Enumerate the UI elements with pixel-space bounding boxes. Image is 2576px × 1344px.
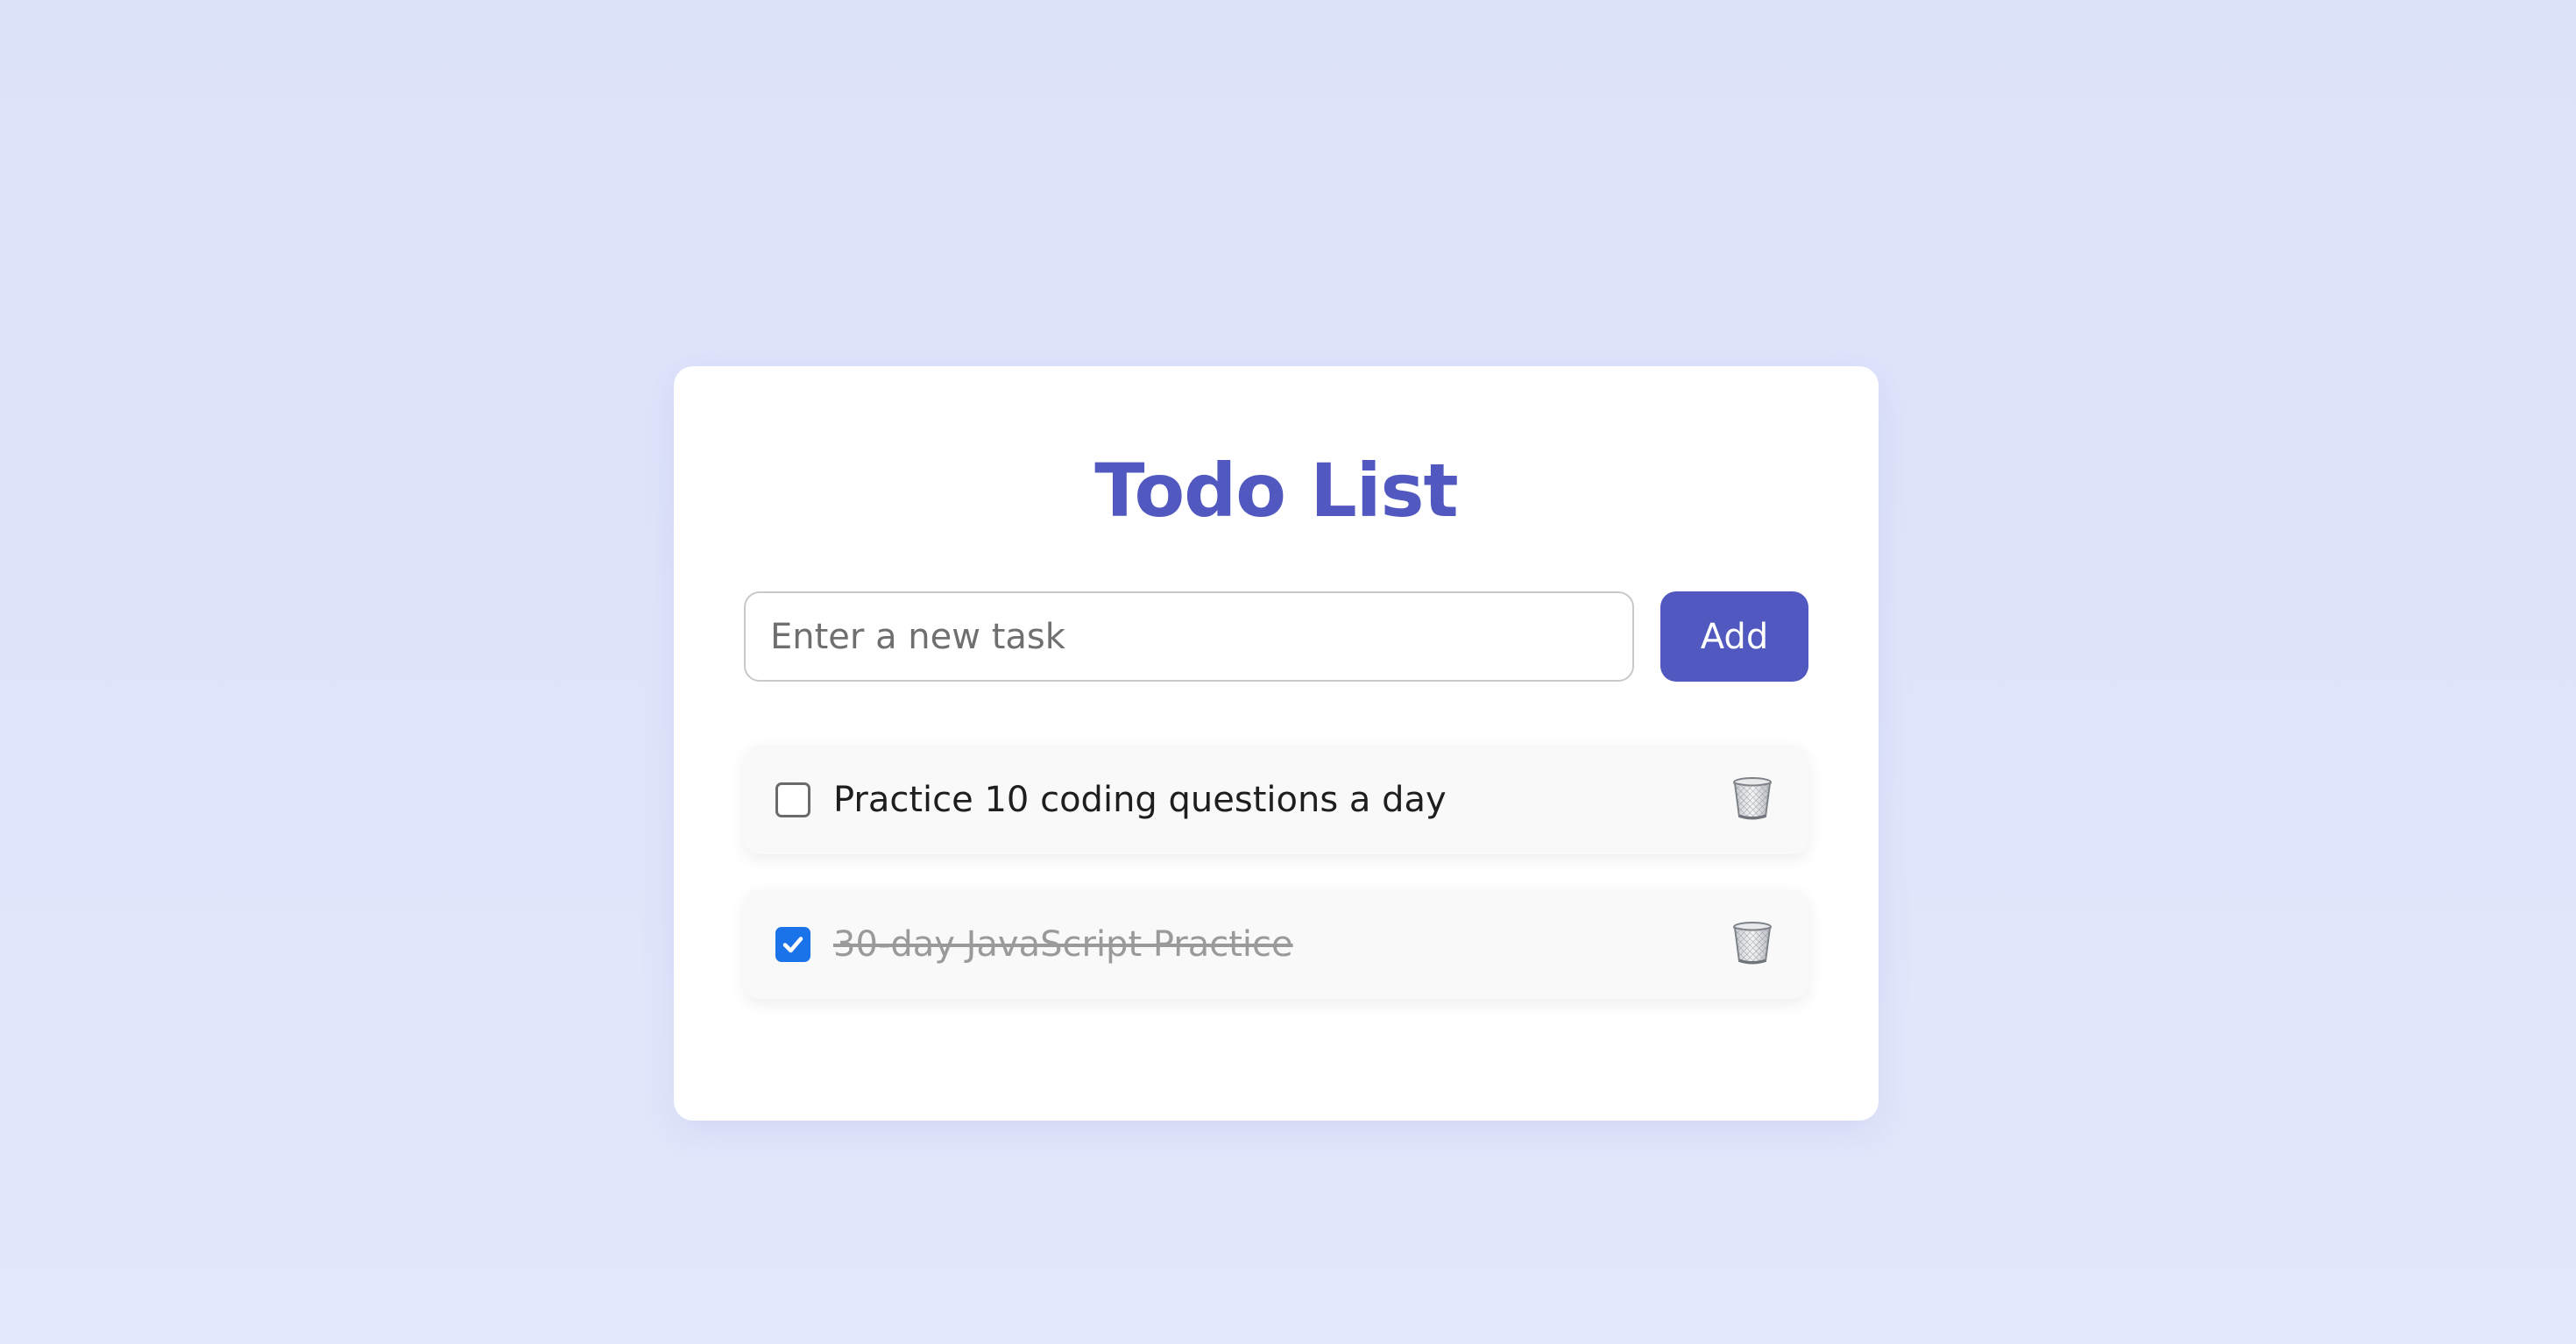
trash-icon (1731, 775, 1773, 824)
todo-text: Practice 10 coding questions a day (833, 779, 1447, 820)
add-button[interactable]: Add (1660, 591, 1808, 682)
trash-icon (1731, 920, 1773, 968)
todo-checkbox[interactable] (775, 782, 810, 817)
delete-button[interactable] (1728, 920, 1777, 969)
todo-card: Todo List Add Practice 10 coding questio… (674, 366, 1879, 1121)
todo-text: 30-day JavaScript Practice (833, 923, 1293, 965)
todo-checkbox[interactable] (775, 926, 810, 962)
todo-item: 30-day JavaScript Practice (744, 889, 1808, 999)
new-task-input[interactable] (744, 591, 1634, 682)
page-title: Todo List (1094, 448, 1458, 534)
todo-list: Practice 10 coding questions a day 30-da… (744, 745, 1808, 1034)
todo-item: Practice 10 coding questions a day (744, 745, 1808, 854)
delete-button[interactable] (1728, 775, 1777, 824)
